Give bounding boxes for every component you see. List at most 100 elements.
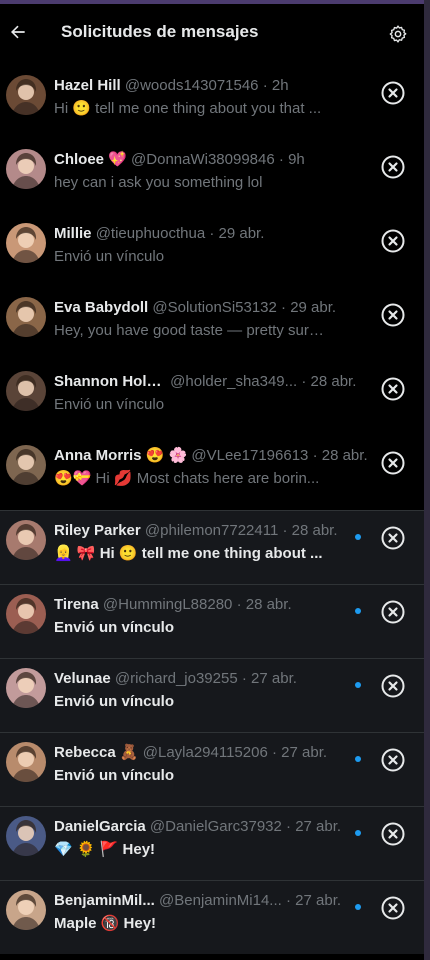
- dismiss-button[interactable]: [381, 748, 405, 772]
- avatar[interactable]: [6, 890, 46, 930]
- avatar-image: [6, 297, 46, 337]
- request-header-line: Chloee 💖 @DonnaWi38099846 · 9h: [54, 150, 369, 169]
- scrollbar[interactable]: [424, 0, 430, 960]
- dismiss-button[interactable]: [381, 229, 405, 253]
- message-request-row[interactable]: Millie @tieuphuocthua · 29 abr. Envió un…: [0, 214, 424, 288]
- avatar[interactable]: [6, 149, 46, 189]
- message-request-row[interactable]: BenjaminMil... @BenjaminMi14... · 27 abr…: [0, 880, 424, 954]
- avatar-image: [6, 520, 46, 560]
- avatar-image: [6, 223, 46, 263]
- timestamp: 27 abr.: [281, 744, 328, 761]
- sender-name: Anna Morris: [54, 447, 142, 464]
- close-circle-icon: [381, 526, 405, 550]
- close-circle-icon: [381, 748, 405, 772]
- dismiss-button[interactable]: [381, 674, 405, 698]
- message-preview: Envió un vínculo: [54, 619, 175, 636]
- dismiss-button[interactable]: [381, 451, 405, 475]
- unread-indicator: [355, 682, 361, 688]
- message-preview: Envió un vínculo: [54, 767, 175, 784]
- message-request-row[interactable]: Rebecca 🧸 @Layla294115206 · 27 abr. Envi…: [0, 732, 424, 806]
- timestamp: 27 abr.: [251, 670, 297, 687]
- message-request-row[interactable]: Velunae @richard_jo39255 · 27 abr. Envió…: [0, 658, 424, 732]
- avatar[interactable]: [6, 223, 46, 263]
- timestamp: 29 abr.: [290, 299, 337, 316]
- close-circle-icon: [381, 377, 405, 401]
- sender-name: Millie: [54, 225, 92, 242]
- avatar[interactable]: [6, 445, 46, 485]
- dismiss-button[interactable]: [381, 600, 405, 624]
- message-request-row[interactable]: Tirena @HummingL88280 · 28 abr. Envió un…: [0, 584, 424, 658]
- request-header-line: Eva Babydoll @SolutionSi53132 · 29 abr.: [54, 298, 369, 317]
- timestamp: 28 abr.: [291, 522, 338, 539]
- separator: ·: [301, 373, 307, 390]
- close-circle-icon: [381, 155, 405, 179]
- sender-name: DanielGarcia: [54, 818, 146, 835]
- message-preview: 😍💝 Hi 💋 Most chats here are borin...: [54, 470, 320, 487]
- message-preview: hey can i ask you something lol: [54, 174, 263, 191]
- sender-name: Rebecca: [54, 744, 116, 761]
- dismiss-button[interactable]: [381, 377, 405, 401]
- timestamp: 27 abr.: [295, 818, 342, 835]
- settings-button[interactable]: [386, 22, 410, 46]
- back-button[interactable]: [6, 20, 30, 44]
- sender-name: Eva Babydoll: [54, 299, 149, 316]
- separator: ·: [236, 596, 242, 613]
- message-requests-panel: Solicitudes de mensajes Hazel Hill @wood…: [0, 4, 424, 960]
- avatar-image: [6, 445, 46, 485]
- sender-handle: @SolutionSi53132: [152, 299, 277, 316]
- sender-handle: @DonnaWi38099846: [131, 151, 275, 168]
- separator: ·: [312, 447, 318, 464]
- request-header-line: BenjaminMil... @BenjaminMi14... · 27 abr…: [54, 891, 369, 910]
- message-request-row[interactable]: Riley Parker @philemon7722411 · 28 abr. …: [0, 510, 424, 584]
- message-preview: Envió un vínculo: [54, 693, 175, 710]
- avatar[interactable]: [6, 520, 46, 560]
- arrow-left-icon: [11, 25, 25, 39]
- message-preview: Envió un vínculo: [54, 248, 165, 265]
- close-circle-icon: [381, 674, 405, 698]
- message-request-row[interactable]: Hazel Hill @woods143071546 · 2h Hi 🙂 tel…: [0, 66, 424, 140]
- sender-handle: @Layla294115206: [142, 744, 268, 761]
- avatar[interactable]: [6, 668, 46, 708]
- timestamp: 9h: [288, 151, 305, 168]
- sender-handle: @woods143071546: [124, 77, 259, 94]
- dismiss-button[interactable]: [381, 822, 405, 846]
- dismiss-button[interactable]: [381, 896, 405, 920]
- avatar[interactable]: [6, 594, 46, 634]
- dismiss-button[interactable]: [381, 81, 405, 105]
- message-request-row[interactable]: DanielGarcia @DanielGarc37932 · 27 abr. …: [0, 806, 424, 880]
- page-title: Solicitudes de mensajes: [61, 22, 259, 41]
- avatar-image: [6, 594, 46, 634]
- avatar[interactable]: [6, 371, 46, 411]
- message-request-row[interactable]: Shannon Hold... @holder_sha349... · 28 a…: [0, 362, 424, 436]
- sender-handle: @DanielGarc37932: [149, 818, 282, 835]
- close-circle-icon: [381, 303, 405, 327]
- separator: ·: [286, 818, 292, 835]
- message-preview: Hi 🙂 tell me one thing about you that ..…: [54, 100, 322, 117]
- dismiss-button[interactable]: [381, 303, 405, 327]
- message-request-row[interactable]: Anna Morris 😍 🌸 @VLee17196613 · 28 abr. …: [0, 436, 424, 510]
- timestamp: 28 abr.: [310, 373, 357, 390]
- dismiss-button[interactable]: [381, 155, 405, 179]
- request-header-line: Millie @tieuphuocthua · 29 abr.: [54, 224, 369, 243]
- timestamp: 29 abr.: [218, 225, 265, 242]
- avatar[interactable]: [6, 75, 46, 115]
- separator: ·: [209, 225, 215, 242]
- sender-handle: @tieuphuocthua: [95, 225, 206, 242]
- message-preview: Hey, you have good taste — pretty sure .…: [54, 322, 332, 339]
- message-request-row[interactable]: Chloee 💖 @DonnaWi38099846 · 9h hey can i…: [0, 140, 424, 214]
- unread-indicator: [355, 608, 361, 614]
- close-circle-icon: [381, 896, 405, 920]
- message-request-row[interactable]: Eva Babydoll @SolutionSi53132 · 29 abr. …: [0, 288, 424, 362]
- avatar-image: [6, 371, 46, 411]
- dismiss-button[interactable]: [381, 526, 405, 550]
- avatar[interactable]: [6, 816, 46, 856]
- sender-name: Velunae: [54, 670, 111, 687]
- avatar[interactable]: [6, 297, 46, 337]
- request-header-line: Rebecca 🧸 @Layla294115206 · 27 abr.: [54, 743, 369, 762]
- request-header-line: DanielGarcia @DanielGarc37932 · 27 abr.: [54, 817, 369, 836]
- sender-name: Chloee: [54, 151, 105, 168]
- close-circle-icon: [381, 451, 405, 475]
- avatar[interactable]: [6, 742, 46, 782]
- timestamp: 28 abr.: [321, 447, 368, 464]
- sender-handle: @HummingL88280: [102, 596, 233, 613]
